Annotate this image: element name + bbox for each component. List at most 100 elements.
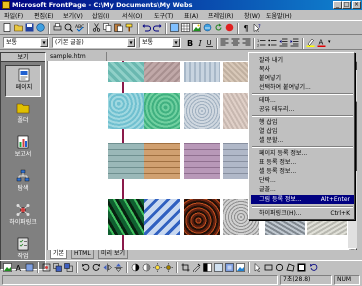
decrease-indent-icon[interactable] [279, 38, 288, 47]
numbering-icon[interactable]: 12 [257, 38, 266, 47]
publish-web-icon[interactable] [36, 23, 45, 32]
send-backward-icon[interactable] [64, 263, 73, 272]
cut-icon[interactable] [92, 23, 101, 32]
paste-icon[interactable] [114, 23, 123, 32]
more-contrast-icon[interactable] [131, 263, 140, 272]
stop-icon[interactable] [225, 23, 234, 32]
align-right-icon[interactable] [242, 38, 251, 47]
texture-tile[interactable] [108, 143, 144, 179]
view-page[interactable]: 페이지 [5, 65, 41, 97]
menu-window[interactable]: 창(W) [244, 11, 260, 20]
highlight-color-icon[interactable] [306, 38, 315, 47]
menu-item-shared-borders[interactable]: 공유 테두리... [259, 105, 354, 114]
hyperlink-icon[interactable] [203, 23, 212, 32]
chevron-down-icon[interactable]: ▼ [40, 38, 48, 47]
menu-item-cut[interactable]: 잘라 내기 [259, 56, 354, 65]
menu-item-split-cells[interactable]: 셀 분할... [259, 136, 354, 145]
menu-frames[interactable]: 프레임(R) [208, 11, 233, 20]
menu-item-hyperlink[interactable]: 하이퍼링크(H)... Ctrl+K [259, 209, 354, 218]
menu-insert[interactable]: 삽입(I) [92, 11, 110, 20]
chevron-down-icon[interactable]: ▼ [127, 38, 135, 47]
texture-tile[interactable] [144, 62, 180, 82]
menu-item-theme[interactable]: 테마... [259, 96, 354, 105]
maximize-button[interactable]: □ [342, 1, 351, 9]
menu-item-insert-column[interactable]: 열 삽입 [259, 127, 354, 136]
more-brightness-icon[interactable] [153, 263, 162, 272]
texture-tile[interactable] [108, 199, 144, 235]
less-contrast-icon[interactable] [142, 263, 151, 272]
menu-item-font[interactable]: 글꼴... [259, 185, 354, 194]
minimize-button[interactable]: _ [333, 1, 342, 9]
texture-tile[interactable] [108, 93, 144, 129]
tab-preview[interactable]: 미리 보기 [98, 250, 128, 259]
texture-tile[interactable] [184, 93, 220, 129]
undo-icon[interactable] [142, 23, 151, 32]
align-center-icon[interactable] [231, 38, 240, 47]
close-button[interactable]: × [352, 1, 361, 9]
menu-file[interactable]: 파일(F) [4, 11, 23, 20]
texture-tile[interactable] [144, 143, 180, 179]
font-color-icon[interactable]: A [317, 38, 326, 47]
preview-in-browser-icon[interactable] [64, 23, 73, 32]
menu-item-copy[interactable]: 복사 [259, 65, 354, 74]
menu-edit[interactable]: 편집(E) [34, 11, 54, 20]
tab-normal[interactable]: 기본 [50, 250, 68, 259]
texture-tile[interactable] [184, 62, 220, 82]
restore-icon[interactable] [309, 263, 318, 272]
menu-help[interactable]: 도움말(H) [266, 11, 292, 20]
menu-view[interactable]: 보기(V) [63, 11, 83, 20]
view-reports[interactable]: 보고서 [5, 133, 41, 165]
tab-html[interactable]: HTML [71, 250, 94, 259]
print-icon[interactable] [53, 23, 62, 32]
insert-picture-icon[interactable] [3, 263, 12, 272]
flip-horizontal-icon[interactable] [103, 263, 112, 272]
italic-icon[interactable]: I [196, 38, 205, 47]
bullets-icon[interactable] [268, 38, 277, 47]
polygonal-hotspot-icon[interactable] [286, 263, 295, 272]
bold-icon[interactable]: B [185, 38, 194, 47]
menu-table[interactable]: 표(A) [184, 11, 198, 20]
rotate-left-icon[interactable] [81, 263, 90, 272]
save-icon[interactable] [25, 23, 34, 32]
chevron-down-icon[interactable]: ▼ [172, 38, 180, 47]
auto-thumbnail-icon[interactable] [25, 263, 34, 272]
texture-tile[interactable] [144, 93, 180, 129]
flip-vertical-icon[interactable] [114, 263, 123, 272]
menu-item-table-properties[interactable]: 표 등록 정보... [259, 158, 354, 167]
black-and-white-icon[interactable] [203, 263, 212, 272]
menu-tools[interactable]: 도구(T) [154, 11, 173, 20]
view-hyperlinks[interactable]: 하이퍼링크 [5, 201, 41, 233]
show-all-icon[interactable]: ¶ [242, 23, 251, 32]
resample-icon[interactable] [236, 263, 245, 272]
texture-tile[interactable] [144, 199, 180, 235]
refresh-icon[interactable] [214, 23, 223, 32]
font-dropdown[interactable]: (기본 글꼴) ▼ [52, 37, 136, 48]
highlight-hotspots-icon[interactable] [297, 263, 306, 272]
align-left-icon[interactable] [220, 38, 229, 47]
underline-icon[interactable]: U [205, 38, 214, 47]
bring-forward-icon[interactable] [53, 263, 62, 272]
rotate-right-icon[interactable] [92, 263, 101, 272]
insert-picture-icon[interactable] [192, 23, 201, 32]
select-arrow-icon[interactable] [253, 263, 262, 272]
menu-item-page-properties[interactable]: 페이지 등록 정보... [259, 149, 354, 158]
style-dropdown[interactable]: 보통 ▼ [3, 37, 49, 48]
insert-table-icon[interactable] [181, 23, 190, 32]
menu-item-insert-row[interactable]: 행 삽입 [259, 118, 354, 127]
menu-item-paste[interactable]: 붙여넣기 [259, 74, 354, 83]
texture-tile[interactable] [108, 62, 144, 82]
document-tab[interactable]: sample.htm [47, 52, 107, 61]
menu-item-paragraph[interactable]: 단락... [259, 176, 354, 185]
menu-item-cell-properties[interactable]: 셀 등록 정보... [259, 167, 354, 176]
menu-format[interactable]: 서식(O) [122, 11, 142, 20]
copy-icon[interactable] [103, 23, 112, 32]
position-absolutely-icon[interactable] [42, 263, 51, 272]
wash-out-icon[interactable] [214, 263, 223, 272]
less-brightness-icon[interactable] [164, 263, 173, 272]
menu-item-paste-special[interactable]: 선택하여 붙여넣기... [259, 83, 354, 92]
texture-tile[interactable] [184, 199, 220, 235]
menu-item-picture-properties[interactable]: 그림 등록 정보... Alt+Enter [251, 195, 354, 204]
set-transparent-color-icon[interactable] [192, 263, 201, 272]
text-icon[interactable]: A [14, 263, 23, 272]
help-icon[interactable]: ? [253, 23, 262, 32]
